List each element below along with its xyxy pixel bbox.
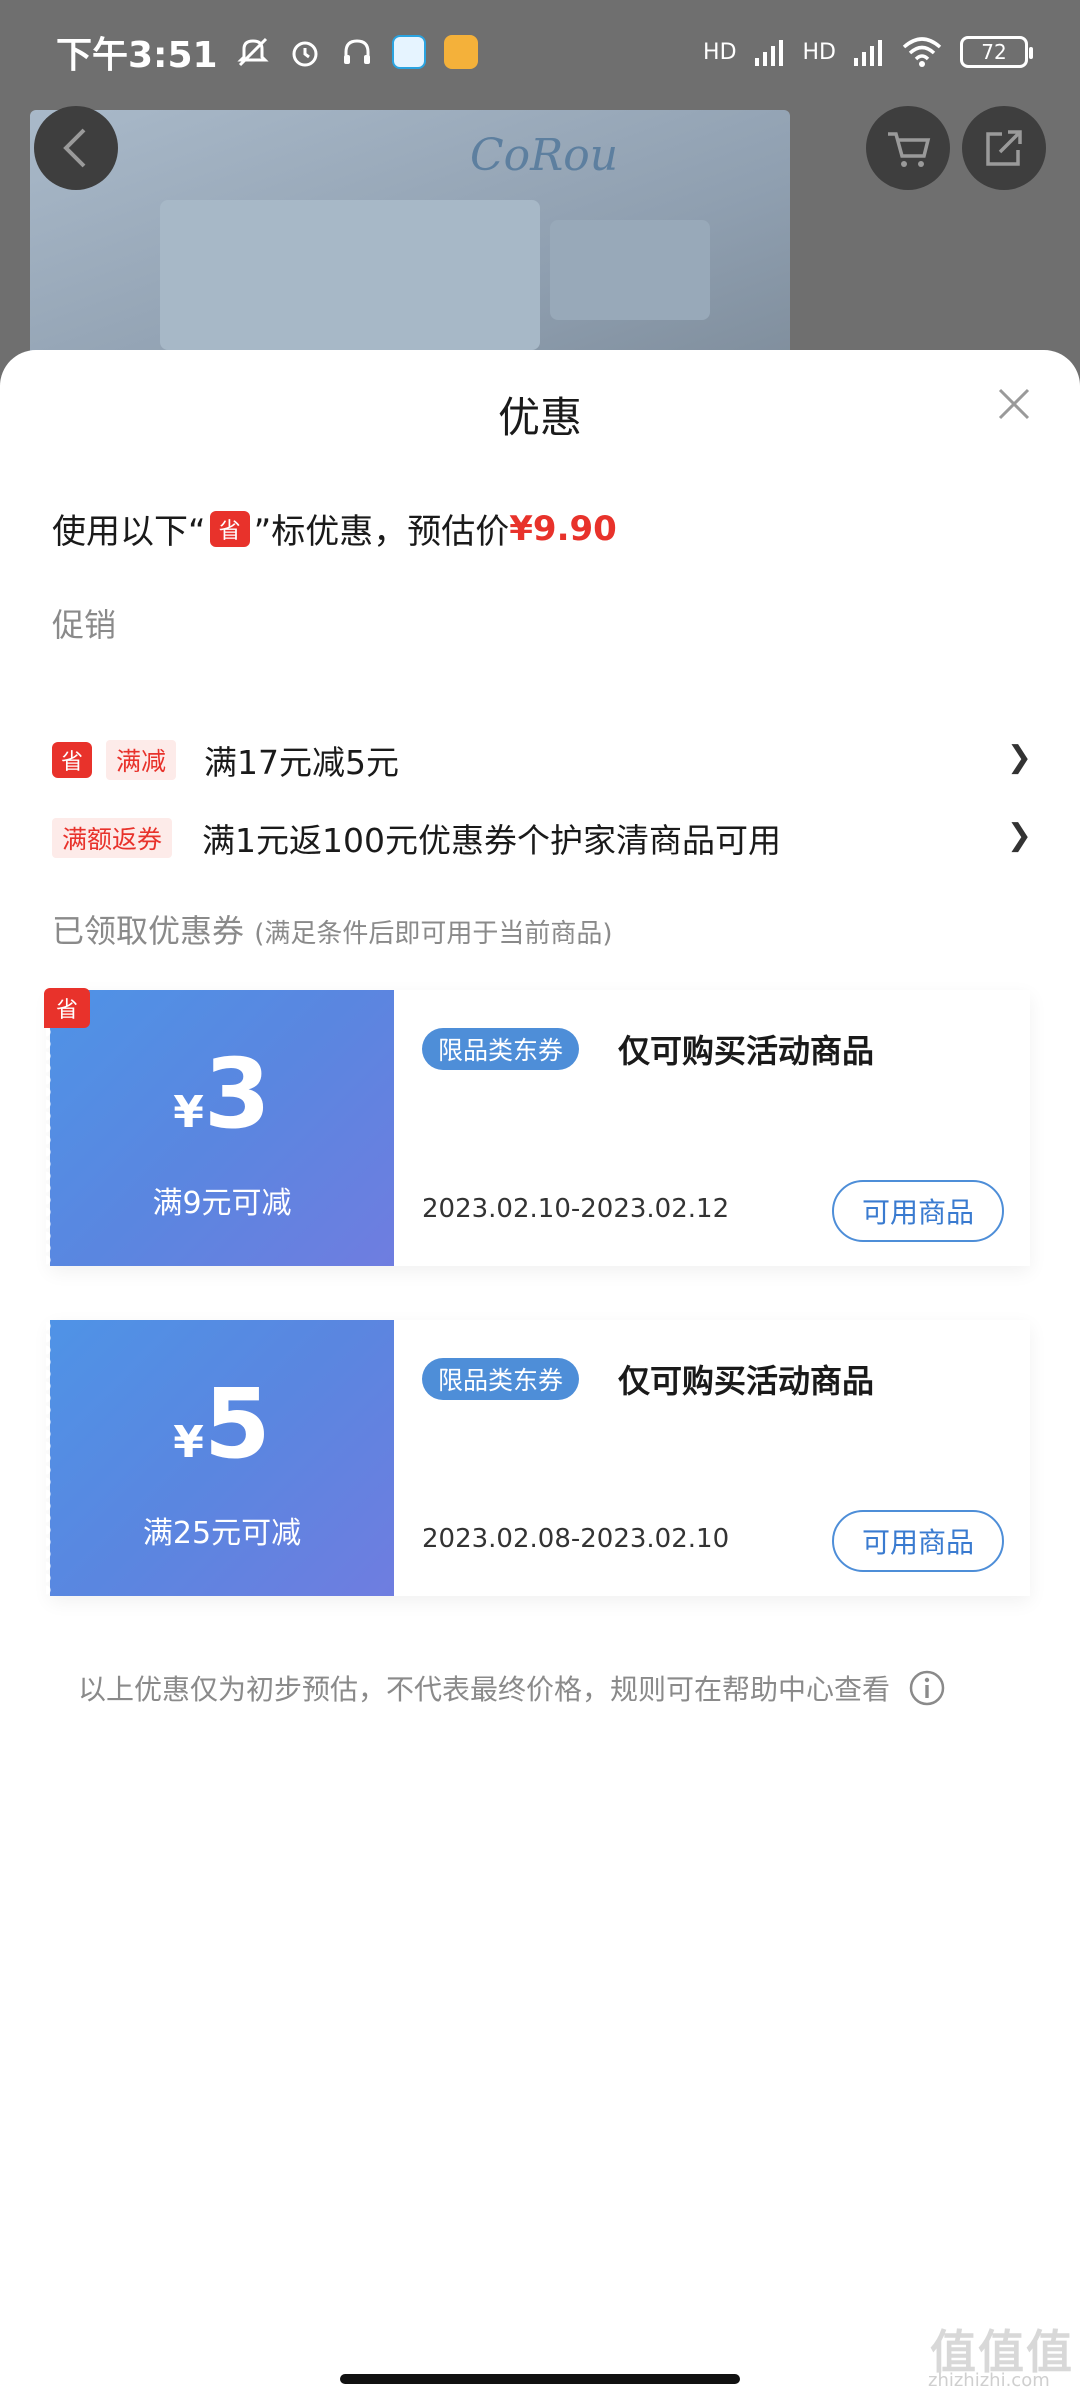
signal-icon-2 [854,40,882,66]
disclaimer-note: 以上优惠仅为初步预估，不代表最终价格，规则可在帮助中心查看 [78,1668,946,1708]
estimate-prefix: 使用以下“ [52,512,206,552]
coupon-amount: ¥5 [50,1368,394,1480]
applicable-items-button[interactable]: 可用商品 [832,1510,1004,1572]
coupon-condition: 满25元可减 [142,1516,302,1551]
mute-icon [236,37,269,67]
coupon-card[interactable]: ¥5 满25元可减 限品类东券 仅可购买活动商品 2023.02.08-2023… [46,1320,1030,1596]
share-button[interactable] [962,106,1046,190]
save-badge: 省 [52,742,92,778]
coupon-condition: 满9元可减 [152,1186,292,1221]
battery-indicator: 72 [960,36,1033,68]
estimated-price-line: 使用以下“ 省 ”标优惠，预估价 ¥9.90 [52,504,617,553]
coupon-validity: 2023.02.08-2023.02.10 [422,1524,730,1554]
product-brand: CoRou [470,130,619,181]
battery-level: 72 [981,40,1007,64]
info-icon[interactable] [908,1669,946,1707]
currency-symbol: ¥ [173,1417,204,1468]
chevron-left-icon [63,128,86,168]
promo-tag: 满额返券 [52,818,173,858]
discount-sheet: 优惠 使用以下“ 省 ”标优惠，预估价 ¥9.90 促销 省 满减 满17元减5… [0,350,1080,2400]
promo-text: 满1元返100元优惠券个护家清商品可用 [202,821,781,860]
status-icons-right: HD HD 72 [703,36,1033,68]
coupon-value-panel: ¥5 满25元可减 [46,1320,394,1596]
chevron-right-icon: ❯ [1006,740,1032,775]
coupon-amount-value: 5 [203,1368,271,1480]
watermark-url: zhizhizhi.com [928,2370,1050,2391]
alarm-icon [292,41,318,67]
applicable-items-button[interactable]: 可用商品 [832,1180,1004,1242]
save-badge: 省 [209,510,250,547]
status-icons-left [236,35,478,69]
wifi-icon [902,37,942,67]
coupon-value-panel: ¥3 满9元可减 [46,990,394,1266]
app-notification-icon [391,35,426,69]
close-icon [998,388,1030,420]
promo-row-coupon-return[interactable]: 满额返券 满1元返100元优惠券个护家清商品可用 ❯ [52,810,1032,866]
home-indicator[interactable] [340,2374,740,2384]
product-page-background: CoRou 下午3:51 HD HD 72 [0,0,1080,400]
coupon-description: 仅可购买活动商品 [618,1032,875,1070]
sheet-title: 优惠 [497,393,582,442]
currency-symbol: ¥ [173,1087,204,1138]
product-panel [160,200,540,350]
signal-2-label: HD [802,39,836,65]
estimated-price: ¥9.90 [509,508,617,549]
status-bar: 下午3:51 HD HD 72 [0,0,1080,104]
promo-row-full-reduction[interactable]: 省 满减 满17元减5元 ❯ [52,732,1032,788]
promo-text: 满17元减5元 [204,743,400,782]
status-time: 下午3:51 [56,35,218,76]
coupon-type-tag: 限品类东券 [422,1028,580,1070]
share-icon [986,130,1022,166]
coupon-section-label: 已领取优惠券 (满足条件后即可用于当前商品) [52,906,612,952]
cart-icon [888,132,931,167]
save-badge: 省 [44,988,90,1028]
promo-tag: 满减 [106,740,177,780]
close-button[interactable] [992,382,1036,426]
estimate-suffix: ”标优惠，预估价 [253,512,510,552]
coupon-amount: ¥3 [50,1038,394,1150]
coupon-section-subtitle: (满足条件后即可用于当前商品) [254,919,613,949]
coupon-section-title: 已领取优惠券 [52,912,245,950]
message-notification-icon [443,35,478,69]
signal-1-label: HD [703,39,737,65]
coupon-amount-value: 3 [203,1038,271,1150]
cart-button[interactable] [866,106,950,190]
coupon-type-tag: 限品类东券 [422,1358,580,1400]
coupon-description: 仅可购买活动商品 [618,1362,875,1400]
promo-section-label: 促销 [52,606,117,644]
coupon-card[interactable]: ¥3 满9元可减 省 限品类东券 仅可购买活动商品 2023.02.10-202… [44,988,1030,1266]
coupon-validity: 2023.02.10-2023.02.12 [422,1194,730,1224]
back-button[interactable] [34,106,118,190]
chevron-right-icon: ❯ [1006,818,1032,853]
disclaimer-text: 以上优惠仅为初步预估，不代表最终价格，规则可在帮助中心查看 [78,1673,891,1706]
signal-icon [754,40,783,66]
headphones-icon [343,39,370,64]
product-panel-secondary [550,220,710,320]
